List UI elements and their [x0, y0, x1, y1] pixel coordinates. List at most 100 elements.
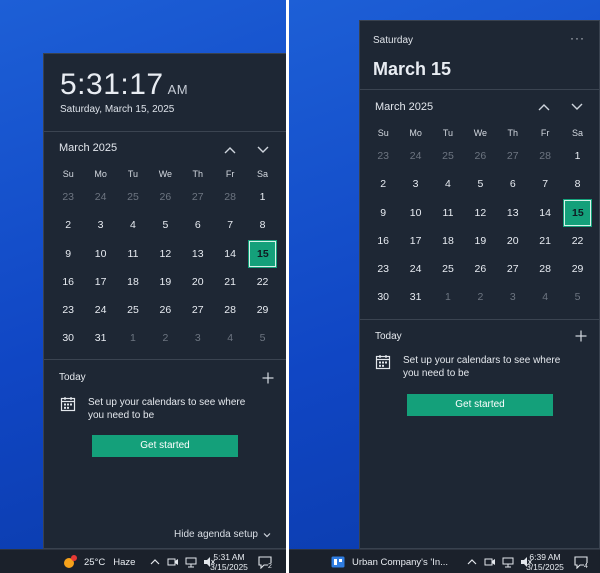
calendar-day[interactable]: 9 [52, 240, 84, 268]
calendar-day[interactable]: 28 [214, 183, 246, 211]
calendar-day[interactable]: 11 [117, 240, 149, 268]
calendar-day[interactable]: 8 [561, 170, 593, 198]
calendar-day[interactable]: 16 [367, 227, 399, 255]
calendar-day[interactable]: 25 [432, 142, 464, 170]
calendar-day[interactable]: 16 [52, 268, 84, 296]
calendar-day[interactable]: 5 [246, 324, 278, 352]
calendar-day[interactable]: 20 [497, 227, 529, 255]
calendar-day[interactable]: 24 [84, 296, 116, 324]
calendar-day[interactable]: 1 [246, 183, 278, 211]
calendar-day[interactable]: 17 [84, 268, 116, 296]
meet-now-icon[interactable] [167, 556, 179, 568]
calendar-day[interactable]: 3 [182, 324, 214, 352]
calendar-day[interactable]: 19 [149, 268, 181, 296]
calendar-day[interactable]: 7 [529, 170, 561, 198]
calendar-day[interactable]: 23 [52, 296, 84, 324]
calendar-day[interactable]: 9 [367, 199, 399, 227]
calendar-day[interactable]: 3 [497, 283, 529, 311]
calendar-day[interactable]: 6 [182, 211, 214, 239]
calendar-day[interactable]: 28 [529, 255, 561, 283]
calendar-day[interactable]: 13 [182, 240, 214, 268]
calendar-day[interactable]: 18 [432, 227, 464, 255]
calendar-day[interactable]: 19 [464, 227, 496, 255]
calendar-day[interactable]: 22 [561, 227, 593, 255]
calendar-day[interactable]: 1 [117, 324, 149, 352]
chevron-up-icon[interactable] [149, 556, 161, 568]
calendar-day[interactable]: 25 [432, 255, 464, 283]
taskbar-clock[interactable]: 5:31 AM 3/15/2025 [210, 552, 248, 572]
calendar-day-today[interactable]: 15 [561, 199, 593, 227]
calendar-day[interactable]: 24 [399, 142, 431, 170]
calendar-day[interactable]: 14 [529, 199, 561, 227]
calendar-day[interactable]: 27 [497, 142, 529, 170]
calendar-day[interactable]: 28 [214, 296, 246, 324]
calendar-day[interactable]: 24 [399, 255, 431, 283]
calendar-day[interactable]: 22 [246, 268, 278, 296]
chevron-up-icon[interactable] [466, 556, 478, 568]
calendar-day[interactable]: 18 [117, 268, 149, 296]
calendar-day[interactable]: 8 [246, 211, 278, 239]
calendar-day[interactable]: 28 [529, 142, 561, 170]
calendar-day[interactable]: 4 [432, 170, 464, 198]
calendar-day[interactable]: 14 [214, 240, 246, 268]
calendar-day[interactable]: 11 [432, 199, 464, 227]
calendar-day[interactable]: 23 [367, 142, 399, 170]
calendar-day[interactable]: 31 [84, 324, 116, 352]
calendar-day[interactable]: 5 [561, 283, 593, 311]
previous-month-button[interactable] [222, 142, 238, 158]
calendar-day[interactable]: 10 [84, 240, 116, 268]
calendar-day[interactable]: 1 [561, 142, 593, 170]
calendar-day[interactable]: 21 [529, 227, 561, 255]
calendar-day[interactable]: 30 [367, 283, 399, 311]
calendar-day[interactable]: 23 [52, 183, 84, 211]
calendar-day[interactable]: 2 [149, 324, 181, 352]
calendar-day[interactable]: 29 [246, 296, 278, 324]
calendar-day[interactable]: 17 [399, 227, 431, 255]
calendar-day[interactable]: 5 [464, 170, 496, 198]
weather-widget[interactable]: 25°C Haze [62, 550, 135, 573]
calendar-day[interactable]: 4 [117, 211, 149, 239]
calendar-day[interactable]: 27 [497, 255, 529, 283]
next-month-button[interactable] [569, 99, 585, 115]
notification-center-button[interactable]: 4 [574, 550, 588, 573]
calendar-day[interactable]: 25 [117, 296, 149, 324]
calendar-day[interactable]: 4 [214, 324, 246, 352]
get-started-button[interactable]: Get started [407, 394, 553, 416]
calendar-day[interactable]: 3 [399, 170, 431, 198]
calendar-day[interactable]: 10 [399, 199, 431, 227]
previous-month-button[interactable] [536, 99, 552, 115]
calendar-day[interactable]: 12 [464, 199, 496, 227]
calendar-day[interactable]: 21 [214, 268, 246, 296]
hide-agenda-setup-button[interactable]: Hide agenda setup [174, 529, 272, 540]
meet-now-icon[interactable] [484, 556, 496, 568]
calendar-day[interactable]: 24 [84, 183, 116, 211]
taskbar-clock[interactable]: 6:39 AM 3/15/2025 [525, 552, 565, 572]
calendar-day[interactable]: 26 [149, 296, 181, 324]
calendar-day[interactable]: 25 [117, 183, 149, 211]
calendar-day[interactable]: 26 [464, 255, 496, 283]
calendar-day[interactable]: 13 [497, 199, 529, 227]
calendar-day[interactable]: 30 [52, 324, 84, 352]
calendar-day[interactable]: 4 [529, 283, 561, 311]
network-icon[interactable] [502, 556, 514, 568]
calendar-day[interactable]: 1 [432, 283, 464, 311]
calendar-day[interactable]: 23 [367, 255, 399, 283]
calendar-day[interactable]: 6 [497, 170, 529, 198]
calendar-day[interactable]: 5 [149, 211, 181, 239]
next-month-button[interactable] [255, 142, 271, 158]
calendar-day[interactable]: 26 [149, 183, 181, 211]
get-started-button[interactable]: Get started [92, 435, 238, 457]
calendar-day[interactable]: 12 [149, 240, 181, 268]
calendar-day[interactable]: 2 [464, 283, 496, 311]
calendar-day[interactable]: 29 [561, 255, 593, 283]
month-label[interactable]: March 2025 [59, 142, 117, 154]
clock-date[interactable]: Saturday, March 15, 2025 [60, 104, 174, 115]
calendar-day[interactable]: 2 [52, 211, 84, 239]
more-options-button[interactable]: ··· [570, 31, 585, 45]
taskbar-app-button[interactable]: Urban Company's 'In... [331, 550, 448, 573]
calendar-day[interactable]: 20 [182, 268, 214, 296]
notification-center-button[interactable]: 2 [258, 550, 272, 573]
network-icon[interactable] [185, 556, 197, 568]
calendar-day[interactable]: 7 [214, 211, 246, 239]
calendar-day[interactable]: 3 [84, 211, 116, 239]
